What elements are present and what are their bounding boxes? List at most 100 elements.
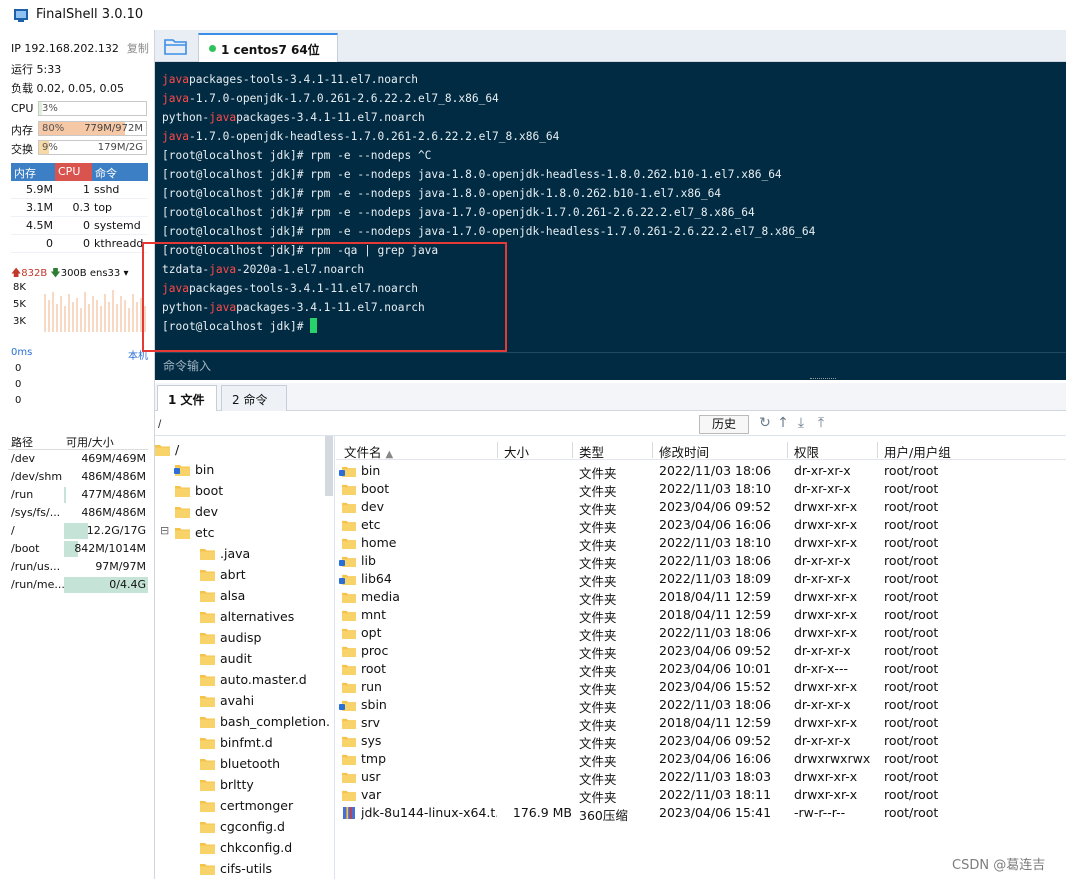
file-mtime: 2023/04/06 16:06 [659,517,772,532]
disk-row[interactable]: /boot 842M/1014M [8,540,148,558]
go-up-icon[interactable]: ↑ [775,415,791,431]
disk-avail: 486M/486M [64,504,148,522]
process-col-cmd[interactable]: 命令 [92,163,148,181]
col-mtime[interactable]: 修改时间 [659,442,709,461]
file-list-header: 文件名 ▲ 大小 类型 修改时间 权限 用户/用户组 [336,440,1066,460]
file-row[interactable]: jdk-8u144-linux-x64.t... 176.9 MB 360压缩 202… [336,804,976,823]
disk-row[interactable]: /dev 469M/469M [8,450,148,468]
command-input[interactable]: 命令输入 [163,357,211,374]
terminal-highlight: java [162,92,189,105]
column-separator[interactable] [652,442,653,458]
file-row[interactable]: proc 文件夹 2023/04/06 09:52 dr-xr-xr-x root/ro… [336,642,976,661]
tree-node-label: certmonger [220,798,294,813]
disk-path: /run/me... [11,578,64,591]
disk-col-path[interactable]: 路径 [8,432,64,449]
file-perm: dr-xr-xr-x [794,733,851,748]
folder-icon [342,772,356,783]
file-row[interactable]: mnt 文件夹 2018/04/11 12:59 drwxr-xr-x root/roo… [336,606,976,625]
tree-scrollbar[interactable] [325,436,333,496]
file-name: sbin [361,697,387,712]
process-col-cpu[interactable]: CPU [55,163,92,181]
disk-path: /boot [11,542,40,555]
file-row[interactable]: media 文件夹 2018/04/11 12:59 drwxr-xr-x root/r… [336,588,976,607]
process-table: 内存 CPU 命令 5.9M 1 sshd 3.1M 0.3 top 4.5M … [11,163,148,253]
process-row[interactable]: 3.1M 0.3 top [11,199,148,217]
tab-files[interactable]: 1 文件 [157,385,217,411]
file-size: 176.9 MB [512,805,572,820]
file-row[interactable]: run 文件夹 2023/04/06 15:52 drwxr-xr-x root/roo… [336,678,976,697]
file-row[interactable]: sys 文件夹 2023/04/06 09:52 dr-xr-xr-x root/roo… [336,732,976,751]
collapse-toggle-icon[interactable]: ⊟ [160,524,169,537]
disk-path: /run/us... [11,560,61,573]
file-row[interactable]: usr 文件夹 2022/11/03 18:03 drwxr-xr-x root/roo… [336,768,976,787]
upload-rate: 832B [21,268,48,279]
file-row[interactable]: root 文件夹 2023/04/06 10:01 dr-xr-x--- root/ro… [336,660,976,679]
col-type[interactable]: 类型 [579,442,604,461]
path-input[interactable] [155,415,695,433]
disk-row[interactable]: /run 477M/486M [8,486,148,504]
file-row[interactable]: bin 文件夹 2022/11/03 18:06 dr-xr-xr-x root/roo… [336,462,976,481]
file-row[interactable]: etc 文件夹 2023/04/06 16:06 drwxr-xr-x root/roo… [336,516,976,535]
disk-avail-text: 477M/486M [81,488,146,501]
download-icon[interactable]: ⤓ [793,415,809,431]
process-row[interactable]: 4.5M 0 systemd [11,217,148,235]
disk-col-avail[interactable]: 可用/大小 [64,432,148,449]
file-row[interactable]: boot 文件夹 2022/11/03 18:10 dr-xr-xr-x root/ro… [336,480,976,499]
file-row[interactable]: lib 文件夹 2022/11/03 18:06 dr-xr-xr-x root/roo… [336,552,976,571]
file-row[interactable]: var 文件夹 2022/11/03 18:11 drwxr-xr-x root/roo… [336,786,976,805]
file-row[interactable]: dev 文件夹 2023/04/06 09:52 drwxr-xr-x root/roo… [336,498,976,517]
tab-commands[interactable]: 2 命令 [221,385,287,411]
disk-avail: 0/4.4G [64,576,148,594]
network-interface-select[interactable]: ens33 ▾ [90,268,129,279]
disk-row[interactable]: /dev/shm 486M/486M [8,468,148,486]
column-separator[interactable] [787,442,788,458]
file-owner: root/root [884,697,939,712]
file-row[interactable]: home 文件夹 2022/11/03 18:10 drwxr-xr-x root/ro… [336,534,976,553]
file-row[interactable]: opt 文件夹 2022/11/03 18:06 drwxr-xr-x root/roo… [336,624,976,643]
disk-row[interactable]: /run/us... 97M/97M [8,558,148,576]
process-row[interactable]: 0 0 kthreadd [11,235,148,253]
disk-row[interactable]: /sys/fs/... 486M/486M [8,504,148,522]
folder-icon [342,754,356,765]
tab-session-centos7[interactable]: 1 centos7 64位 [198,33,338,62]
file-perm: drwxrwxrwx [794,751,871,766]
terminal-line: [root@localhost jdk]# rpm -e --nodeps ja… [162,165,782,184]
col-size[interactable]: 大小 [504,442,529,461]
col-filename[interactable]: 文件名 ▲ [344,442,393,461]
file-owner: root/root [884,535,939,550]
open-folder-icon[interactable] [163,35,189,57]
copy-ip-button[interactable]: 复制 [127,42,149,55]
folder-icon [342,520,356,531]
file-perm: -rw-r--r-- [794,805,846,820]
disk-usage-fill [64,487,66,503]
disk-avail: 477M/486M [64,486,148,504]
memory-amount: 779M/972M [84,123,143,134]
disk-usage-table: 路径 可用/大小 /dev 469M/469M/dev/shm 486M/486M /… [8,432,148,594]
column-separator[interactable] [572,442,573,458]
folder-icon [200,822,215,833]
resize-grip[interactable] [810,378,836,381]
file-row[interactable]: sbin 文件夹 2022/11/03 18:06 dr-xr-xr-x root/ro… [336,696,976,715]
column-separator[interactable] [497,442,498,458]
file-row[interactable]: srv 文件夹 2018/04/11 12:59 drwxr-xr-x root/roo… [336,714,976,733]
disk-row[interactable]: /run/me... 0/4.4G [8,576,148,594]
upload-icon[interactable]: ⤒ [813,415,829,431]
file-row[interactable]: lib64 文件夹 2022/11/03 18:09 dr-xr-xr-x root/r… [336,570,976,589]
file-perm: dr-xr-xr-x [794,697,851,712]
col-owner[interactable]: 用户/用户组 [884,442,951,461]
disk-row[interactable]: / 12.2G/17G [8,522,148,540]
col-permissions[interactable]: 权限 [794,442,819,461]
history-button[interactable]: 历史 [699,415,749,434]
refresh-icon[interactable]: ↻ [757,415,773,431]
file-owner: root/root [884,643,939,658]
process-row[interactable]: 5.9M 1 sshd [11,181,148,199]
folder-icon [175,528,190,539]
folder-icon [342,664,356,675]
file-row[interactable]: tmp 文件夹 2023/04/06 16:06 drwxrwxrwx root/roo… [336,750,976,769]
upload-arrow-icon: 🡅 [11,268,22,279]
process-col-mem[interactable]: 内存 [11,163,55,181]
column-separator[interactable] [877,442,878,458]
file-mtime: 2022/11/03 18:10 [659,481,772,496]
terminal-line: javapackages-tools-3.4.1-11.el7.noarch [162,70,418,89]
process-cpu: 0.3 [72,201,91,214]
